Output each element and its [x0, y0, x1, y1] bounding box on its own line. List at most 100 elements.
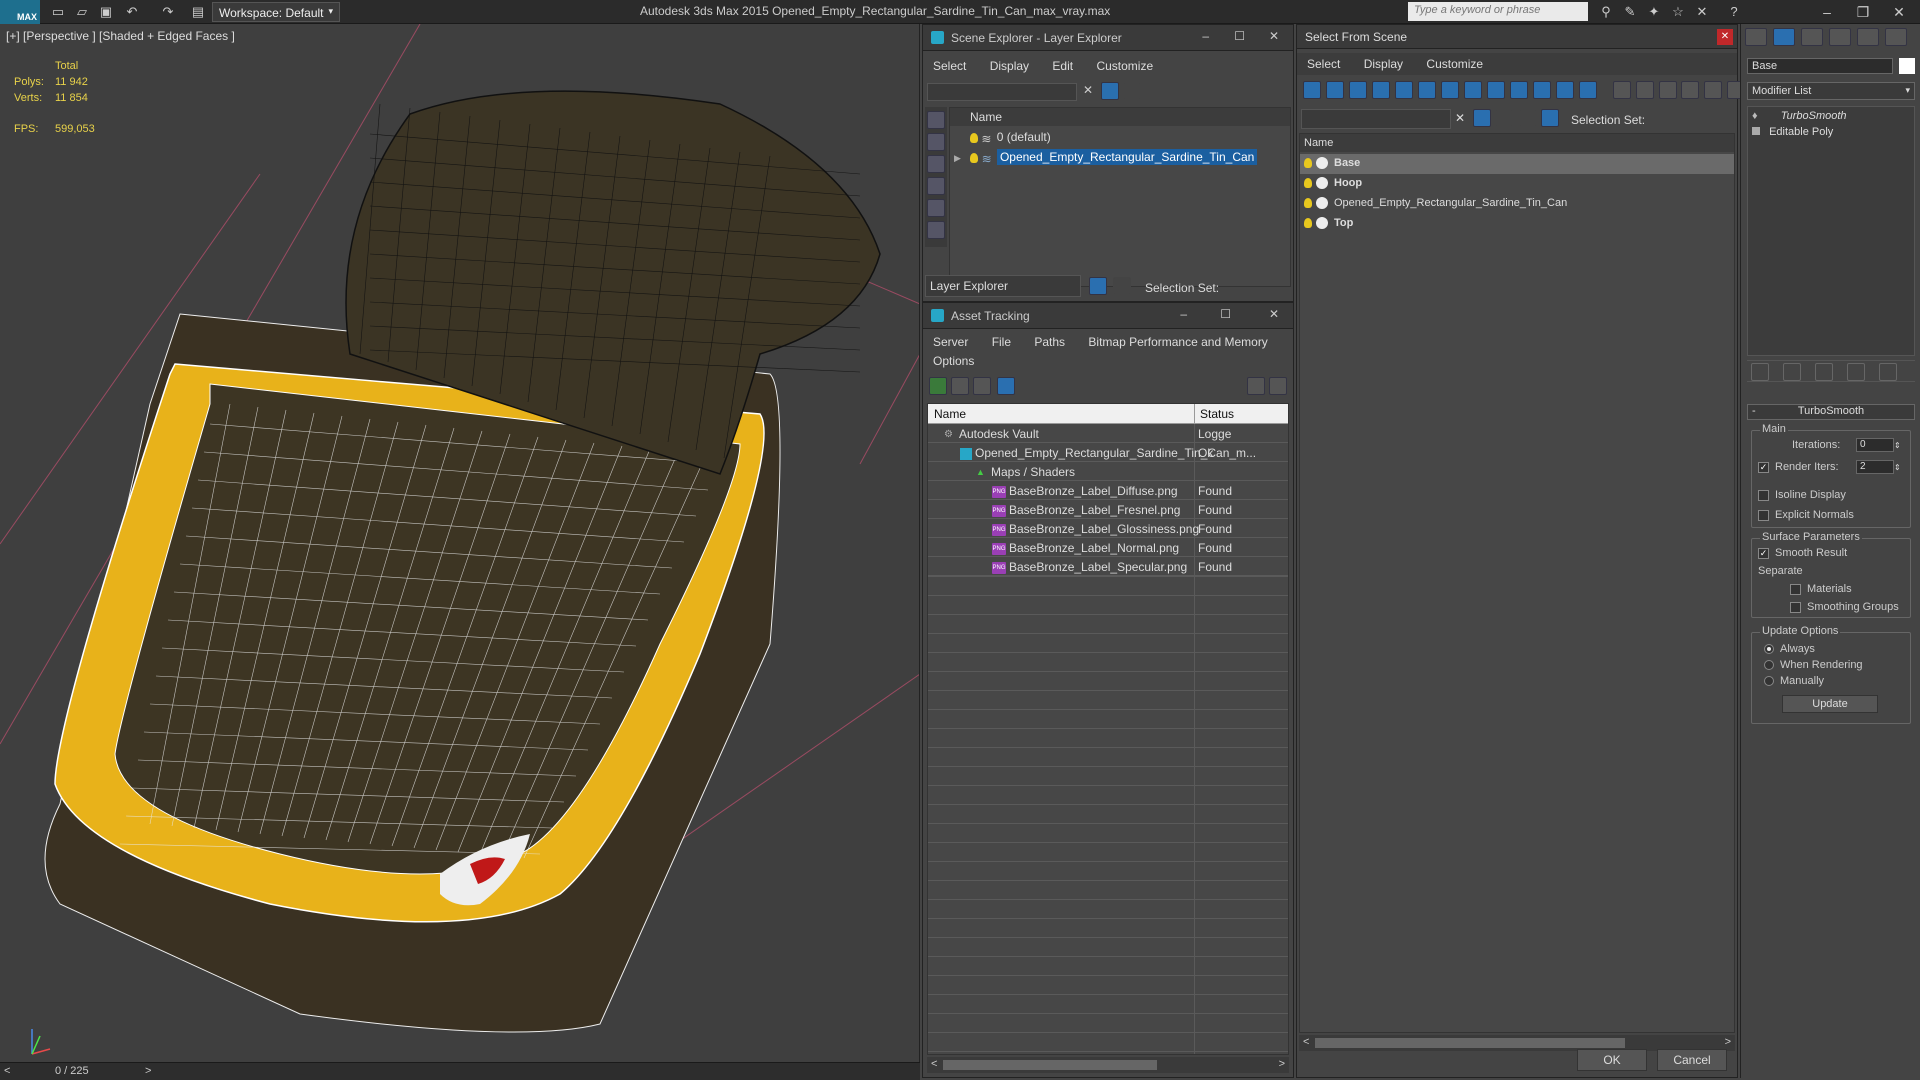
filter-icon[interactable] [1101, 82, 1119, 100]
filter-icon[interactable] [1473, 109, 1491, 127]
asset-row[interactable]: Opened_Empty_Rectangular_Sardine_Tin_Can… [928, 443, 1288, 462]
display-all-icon[interactable] [927, 111, 945, 129]
chevron-right-icon[interactable]: > [1279, 1058, 1285, 1070]
menu-select[interactable]: Select [923, 55, 976, 77]
display-all-icon[interactable] [1579, 81, 1597, 99]
asset-row[interactable]: PNG BaseBronze_Label_Specular.png Found [928, 557, 1288, 576]
lightbulb-icon[interactable]: ♦ [1752, 110, 1758, 122]
asset-tracking-titlebar[interactable]: Asset Tracking – ☐ ✕ [923, 303, 1293, 329]
menu-customize[interactable]: Customize [1086, 55, 1163, 77]
perspective-viewport[interactable]: [+] [Perspective ] [Shaded + Edged Faces… [0, 24, 920, 1062]
chevron-right-icon[interactable]: > [1725, 1036, 1731, 1048]
minimize-icon[interactable]: – [1202, 29, 1209, 43]
render-iters-option[interactable]: ✓ Render Iters: [1758, 461, 1839, 473]
binoculars-icon[interactable]: ⚲ [1596, 2, 1616, 22]
menu-display[interactable]: Display [1354, 53, 1413, 75]
menu-display[interactable]: Display [980, 55, 1039, 77]
smoothing-groups-option[interactable]: Smoothing Groups [1790, 601, 1899, 613]
render-iters-checkbox[interactable]: ✓ [1758, 461, 1769, 473]
layer-tool-icon[interactable] [1123, 82, 1141, 100]
ok-button[interactable]: OK [1577, 1049, 1647, 1071]
display-spacewarps-icon[interactable] [1418, 81, 1436, 99]
smoothing-groups-checkbox[interactable] [1790, 601, 1801, 613]
menu-select[interactable]: Select [1297, 53, 1350, 75]
tools-icon[interactable]: ✎ [1620, 2, 1640, 22]
select-all-icon[interactable] [1613, 81, 1631, 99]
minimize-icon[interactable]: – [1810, 0, 1844, 24]
menu-customize[interactable]: Customize [1416, 53, 1493, 75]
expand-box-icon[interactable] [1752, 127, 1760, 135]
help-icon[interactable]: ? [1724, 2, 1744, 22]
lightbulb-icon[interactable] [1304, 158, 1312, 169]
update-button[interactable]: Update [1782, 695, 1878, 713]
render-iters-spinner[interactable]: 2 ⇕ [1856, 459, 1901, 474]
materials-option[interactable]: Materials [1790, 583, 1852, 595]
close-icon[interactable]: ✕ [1882, 0, 1916, 24]
materials-checkbox[interactable] [1790, 583, 1801, 595]
object-name-field[interactable]: Base [1747, 58, 1893, 74]
display-groups-icon[interactable] [1441, 81, 1459, 99]
scrollbar-thumb[interactable] [943, 1060, 1157, 1070]
make-unique-icon[interactable] [1815, 363, 1833, 381]
scrollbar-thumb[interactable] [1315, 1038, 1625, 1048]
lightbulb-icon[interactable] [1304, 198, 1312, 209]
invert-selection-icon[interactable] [1659, 81, 1677, 99]
app-logo[interactable]: MAX [0, 0, 40, 24]
lightbulb-icon[interactable] [1304, 178, 1312, 189]
when-rendering-radio[interactable] [1764, 660, 1774, 671]
lightbulb-icon[interactable] [1304, 218, 1312, 229]
open-file-icon[interactable]: ▱ [72, 2, 92, 22]
object-color-swatch[interactable] [1899, 58, 1915, 74]
display-shapes-icon[interactable] [927, 155, 945, 173]
close-icon[interactable]: ✕ [1269, 29, 1279, 43]
menu-edit[interactable]: Edit [1042, 55, 1083, 77]
iterations-value[interactable]: 0 [1856, 437, 1894, 452]
manually-radio[interactable] [1764, 676, 1774, 687]
manually-option[interactable]: Manually [1764, 675, 1824, 687]
utilities-tab-icon[interactable] [1885, 28, 1907, 46]
object-row[interactable]: Top [1300, 214, 1734, 234]
object-row[interactable]: Opened_Empty_Rectangular_Sardine_Tin_Can [1300, 194, 1734, 214]
display-cameras-icon[interactable] [1372, 81, 1390, 99]
explicit-normals-checkbox[interactable] [1758, 509, 1769, 521]
time-slider[interactable]: < 0 / 225 > [0, 1062, 920, 1080]
create-tab-icon[interactable] [1745, 28, 1767, 46]
display-shapes-icon[interactable] [1326, 81, 1344, 99]
settings-icon[interactable] [1269, 377, 1287, 395]
show-end-result-icon[interactable] [1783, 363, 1801, 381]
display-cameras-icon[interactable] [927, 199, 945, 217]
hierarchy-icon[interactable] [1113, 277, 1131, 295]
restore-icon[interactable]: ❐ [1846, 0, 1880, 24]
pin-stack-icon[interactable] [1751, 363, 1769, 381]
column-divider[interactable] [1194, 404, 1195, 424]
asset-row[interactable]: ▲ Maps / Shaders [928, 462, 1288, 481]
display-containers-icon[interactable] [1510, 81, 1528, 99]
object-row[interactable]: Hoop [1300, 174, 1734, 194]
redo-icon[interactable]: ↷ [158, 2, 178, 22]
lightbulb-icon[interactable] [970, 152, 979, 163]
display-hidden-icon[interactable] [1556, 81, 1574, 99]
hierarchy-tab-icon[interactable] [1801, 28, 1823, 46]
isoline-option[interactable]: Isoline Display [1758, 489, 1846, 501]
hierarchy-icon[interactable] [1541, 109, 1559, 127]
name-column-header[interactable]: Name [950, 108, 1290, 126]
display-helpers-icon[interactable] [927, 221, 945, 239]
configure-sets-icon[interactable] [1879, 363, 1897, 381]
chevron-left-icon[interactable]: < [4, 1065, 10, 1077]
always-option[interactable]: Always [1764, 643, 1815, 655]
scene-search-input[interactable] [927, 83, 1077, 101]
close-icon[interactable]: ✕ [1717, 29, 1733, 45]
chevron-right-icon[interactable]: > [145, 1065, 151, 1077]
scene-search-input[interactable] [1301, 109, 1451, 129]
layer-tool-icon[interactable] [1495, 109, 1513, 127]
layer-row-sardine[interactable]: ▶ ≋ Opened_Empty_Rectangular_Sardine_Tin… [950, 148, 1290, 168]
display-xrefs-icon[interactable] [1464, 81, 1482, 99]
motion-tab-icon[interactable] [1829, 28, 1851, 46]
help-icon[interactable] [1247, 377, 1265, 395]
display-helpers-icon[interactable] [1395, 81, 1413, 99]
explorer-type-dropdown[interactable]: Layer Explorer [925, 275, 1081, 297]
close-x-icon[interactable]: ✕ [1692, 2, 1712, 22]
display-geometry-icon[interactable] [1303, 81, 1321, 99]
layer-mode-icon[interactable] [1519, 109, 1537, 127]
project-folder-icon[interactable]: ▤ [188, 2, 208, 22]
